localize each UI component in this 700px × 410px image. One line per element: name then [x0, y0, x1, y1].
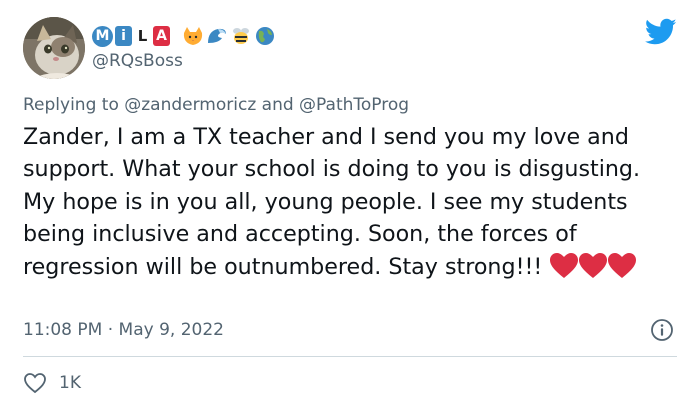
- meta-separator: ·: [107, 320, 114, 340]
- red-heart-icon: [550, 252, 579, 278]
- name-letter-l: L: [137, 27, 148, 45]
- avatar[interactable]: [23, 17, 85, 79]
- bee-icon: [233, 28, 249, 44]
- replying-prefix: Replying to: [23, 95, 119, 115]
- globe-icon: [256, 27, 274, 45]
- tweet-timestamp[interactable]: 11:08 PM · May 9, 2022: [23, 320, 224, 340]
- wave-icon: [208, 28, 226, 43]
- tweet-text-content: Zander, I am a TX teacher and I send you…: [23, 124, 641, 280]
- red-heart-icon: [579, 252, 608, 278]
- heart-outline-icon: [24, 373, 46, 394]
- red-heart-icon: [608, 252, 637, 278]
- name-letter-i: i: [115, 26, 132, 46]
- name-letter-a: A: [153, 26, 170, 46]
- mention-link-2[interactable]: @PathToProg: [299, 95, 409, 115]
- replying-conjunction: and: [261, 95, 294, 115]
- like-count: 1K: [59, 373, 81, 393]
- info-icon[interactable]: [650, 318, 674, 342]
- heart-emojis: [550, 252, 637, 279]
- name-letter-m: M: [92, 25, 113, 47]
- cat-photo: [23, 17, 85, 79]
- cat-face-icon: [183, 27, 203, 45]
- tweet-time: 11:08 PM: [23, 320, 103, 340]
- like-button[interactable]: 1K: [23, 372, 81, 394]
- twitter-bird-icon[interactable]: [645, 18, 677, 46]
- tweet-text: Zander, I am a TX teacher and I send you…: [23, 121, 678, 283]
- tweet-date: May 9, 2022: [118, 320, 224, 340]
- name-emoji-group: [182, 25, 276, 47]
- replying-to-line: Replying to @zandermoricz and @PathToPro…: [23, 95, 409, 115]
- divider: [23, 356, 677, 357]
- mention-link-1[interactable]: @zandermoricz: [124, 95, 256, 115]
- user-handle[interactable]: @RQsBoss: [92, 51, 183, 71]
- display-name[interactable]: M i L A: [92, 23, 276, 49]
